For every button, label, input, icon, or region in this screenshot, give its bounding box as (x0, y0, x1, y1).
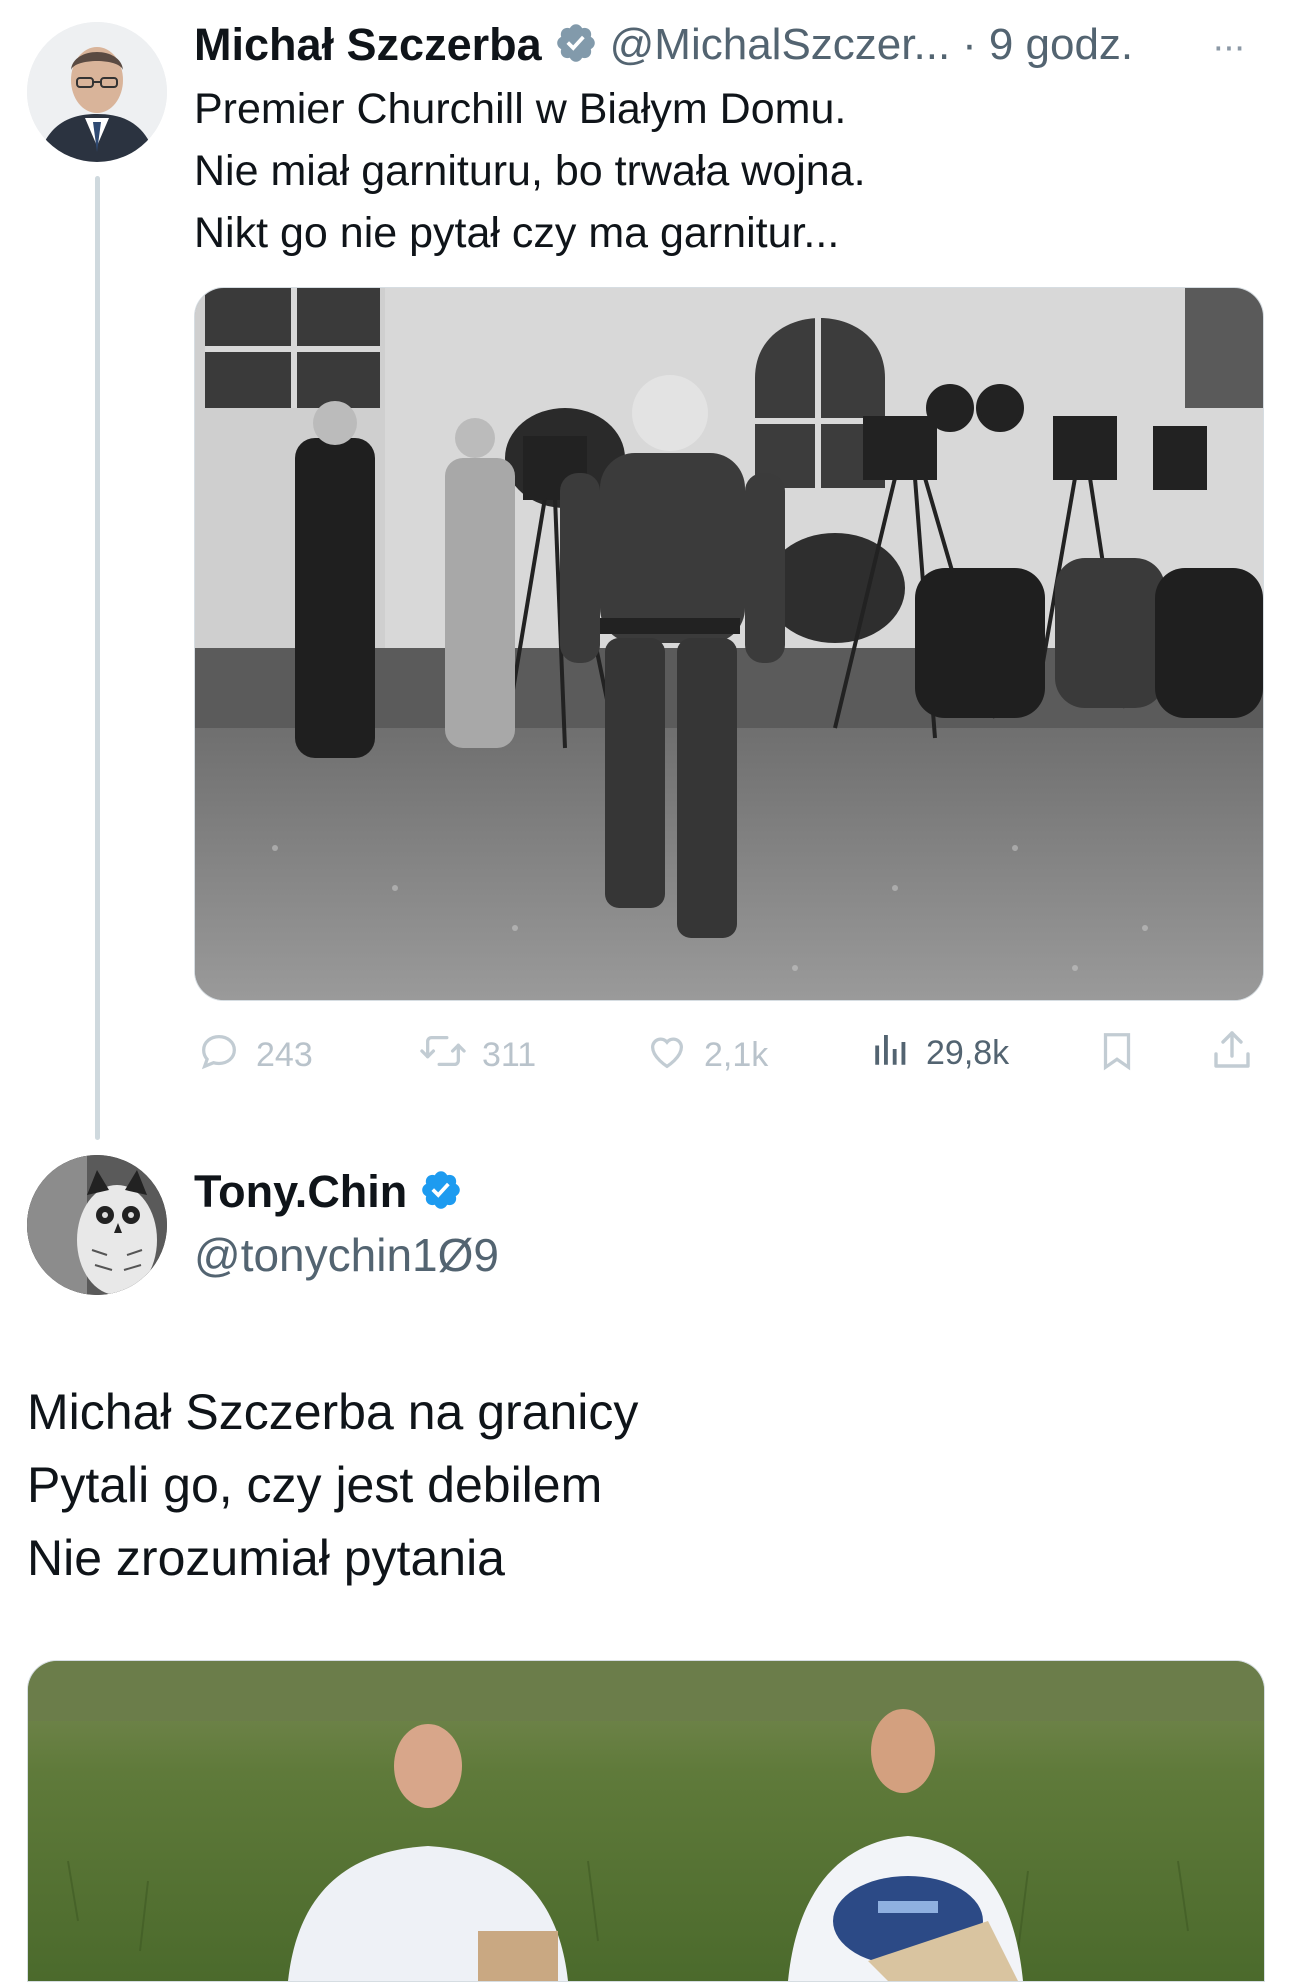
avatar[interactable] (27, 1155, 167, 1295)
tweet-time[interactable]: 9 godz. (989, 20, 1133, 70)
author-handle[interactable]: @tonychin1Ø9 (194, 1228, 499, 1282)
views-icon (870, 1028, 912, 1079)
like-button[interactable]: 2,1k (644, 1028, 768, 1083)
more-options-label: ··· (1212, 26, 1246, 68)
views-count: 29,8k (926, 1034, 1010, 1072)
views-button[interactable]: 29,8k (870, 1028, 1009, 1079)
tweet-text: Premier Churchill w Białym Domu. Nie mia… (194, 78, 866, 264)
tweet-header: Michał Szczerba @MichalSzczer... · 9 god… (194, 14, 1133, 76)
tweet-line: Premier Churchill w Białym Domu. (194, 85, 847, 133)
thread-line (95, 176, 100, 1140)
bookmark-icon[interactable] (1094, 1028, 1140, 1079)
avatar[interactable] (27, 22, 167, 162)
reply-count: 243 (256, 1036, 313, 1074)
reply-line: Pytali go, czy jest debilem (27, 1457, 603, 1513)
reply-text: Michał Szczerba na granicy Pytali go, cz… (27, 1376, 638, 1595)
reply-header: Tony.Chin (194, 1166, 463, 1218)
retweet-count: 311 (482, 1036, 537, 1074)
verified-badge-icon (419, 1168, 463, 1217)
reply-button[interactable]: 243 (196, 1028, 313, 1083)
reply-photo[interactable] (27, 1660, 1265, 1982)
author-handle[interactable]: @MichalSzczer... (610, 20, 951, 70)
reply-icon (196, 1028, 242, 1083)
retweet-icon (418, 1028, 468, 1083)
author-name[interactable]: Michał Szczerba (194, 19, 542, 71)
retweet-button[interactable]: 311 (418, 1028, 536, 1083)
share-icon[interactable] (1208, 1026, 1256, 1079)
like-count: 2,1k (704, 1036, 769, 1074)
tweet-line: Nikt go nie pytał czy ma garnitur... (194, 209, 840, 257)
separator: · (962, 20, 977, 69)
tweet-photo[interactable] (194, 287, 1264, 1001)
reply-line: Michał Szczerba na granicy (27, 1384, 639, 1440)
verified-badge-icon (554, 21, 598, 70)
heart-icon (644, 1028, 690, 1083)
tweet-line: Nie miał garnituru, bo trwała wojna. (194, 147, 866, 195)
reply-line: Nie zrozumiał pytania (27, 1530, 505, 1586)
author-name[interactable]: Tony.Chin (194, 1166, 407, 1218)
more-options-icon[interactable]: ··· (1212, 26, 1246, 69)
